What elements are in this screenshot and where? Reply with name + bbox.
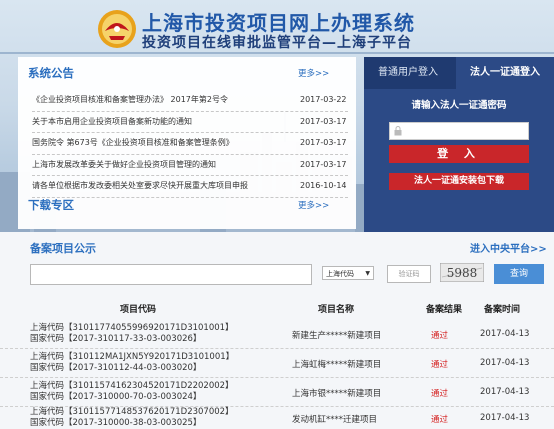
notice-item[interactable]: 《企业投资项目核准和备案管理办法》 2017年第2号令 2017-03-22 — [32, 90, 348, 112]
project-name: 新建生产*****新建项目 — [292, 331, 382, 341]
captcha-input[interactable]: 验证码 — [387, 265, 431, 283]
project-name: 上海虹梅*****新建项目 — [292, 360, 382, 370]
col-header-result: 备案结果 — [426, 305, 463, 315]
login-button[interactable]: 登 入 — [389, 145, 529, 163]
notice-more-link[interactable]: 更多>> — [298, 67, 329, 79]
notice-item[interactable]: 请各单位根据市发改委相关处室要求尽快开展重大库项目申报 2016-10-14 — [32, 176, 348, 198]
national-code: 国家代码【2017-310000-38-03-003025】 — [30, 418, 202, 428]
central-platform-link[interactable]: 进入中央平台>> — [470, 240, 547, 255]
login-tabs: 普通用户登入 法人一证通登入 — [364, 57, 554, 89]
col-header-code: 项目代码 — [120, 305, 157, 315]
captcha-image[interactable]: 5988 — [440, 263, 484, 282]
notice-item[interactable]: 国务院令 第673号《企业投资项目核准和备案管理条例》 2017-03-17 — [32, 133, 348, 155]
filing-date: 2017-04-13 — [480, 413, 530, 423]
table-row[interactable]: 上海代码【31011574162304520171D2202002】 国家代码【… — [0, 378, 554, 407]
query-button[interactable]: 查询 — [494, 264, 544, 284]
download-title: 下载专区 — [28, 198, 74, 212]
filing-section: 备案项目公示 进入中央平台>> 上海代码 ▼ 验证码 5988 查询 项目代码 … — [0, 232, 554, 429]
tab-legal-person-login[interactable]: 法人一证通登入 — [456, 57, 554, 89]
header-divider — [0, 52, 554, 54]
col-header-name: 项目名称 — [318, 305, 355, 315]
notice-title: 系统公告 — [28, 66, 74, 80]
national-code: 国家代码【2017-310117-33-03-003026】 — [30, 334, 202, 344]
notice-panel: 系统公告 更多>> 《企业投资项目核准和备案管理办法》 2017年第2号令 201… — [18, 57, 356, 229]
project-name: 上海市银*****新建项目 — [292, 389, 382, 399]
download-installer-button[interactable]: 法人一证通安装包下载 — [389, 173, 529, 190]
header-banner: 上海市投资项目网上办理系统 投资项目在线审批监管平台—上海子平台 系统公告 更多… — [0, 0, 554, 232]
notice-item[interactable]: 上海市发展改革委关于做好企业投资项目管理的通知 2017-03-17 — [32, 155, 348, 176]
filing-date: 2017-04-13 — [480, 329, 530, 339]
lock-icon — [394, 126, 402, 136]
filing-result: 通过 — [431, 331, 449, 341]
tab-normal-user-login[interactable]: 普通用户登入 — [364, 57, 452, 89]
table-row[interactable]: 上海代码【31011577148537620171D2307002】 国家代码【… — [0, 404, 554, 428]
filing-date: 2017-04-13 — [480, 358, 530, 368]
site-subtitle: 投资项目在线审批监管平台—上海子平台 — [142, 35, 412, 51]
table-row[interactable]: 上海代码【31011774055996920171D3101001】 国家代码【… — [0, 320, 554, 349]
login-prompt: 请输入法人一证通密码 — [411, 100, 507, 111]
notice-item[interactable]: 关于本市启用企业投资项目备案新功能的通知 2017-03-17 — [32, 112, 348, 133]
table-row[interactable]: 上海代码【310112MA1JXN5Y920171D3101001】 国家代码【… — [0, 349, 554, 378]
shanghai-emblem-logo — [98, 10, 136, 48]
code-type-value: 上海代码 — [326, 270, 354, 278]
filing-result: 通过 — [431, 360, 449, 370]
national-code: 国家代码【2017-310112-44-03-003020】 — [30, 363, 202, 373]
filing-result: 通过 — [431, 415, 449, 425]
password-input[interactable] — [389, 122, 529, 140]
filing-title: 备案项目公示 — [30, 242, 96, 255]
col-header-date: 备案时间 — [484, 305, 521, 315]
search-input[interactable] — [30, 264, 312, 285]
download-more-link[interactable]: 更多>> — [298, 199, 329, 211]
chevron-down-icon: ▼ — [365, 270, 370, 277]
login-panel: 普通用户登入 法人一证通登入 请输入法人一证通密码 登 入 法人一证通安装包下载 — [364, 57, 554, 232]
captcha-text: 5988 — [447, 266, 478, 280]
filing-result: 通过 — [431, 389, 449, 399]
code-type-select[interactable]: 上海代码 ▼ — [322, 266, 374, 280]
notice-list: 《企业投资项目核准和备案管理办法》 2017年第2号令 2017-03-22 关于… — [32, 90, 348, 198]
project-name: 发动机缸****迁建项目 — [292, 415, 378, 425]
national-code: 国家代码【2017-310000-70-03-003024】 — [30, 392, 202, 402]
filing-date: 2017-04-13 — [480, 387, 530, 397]
